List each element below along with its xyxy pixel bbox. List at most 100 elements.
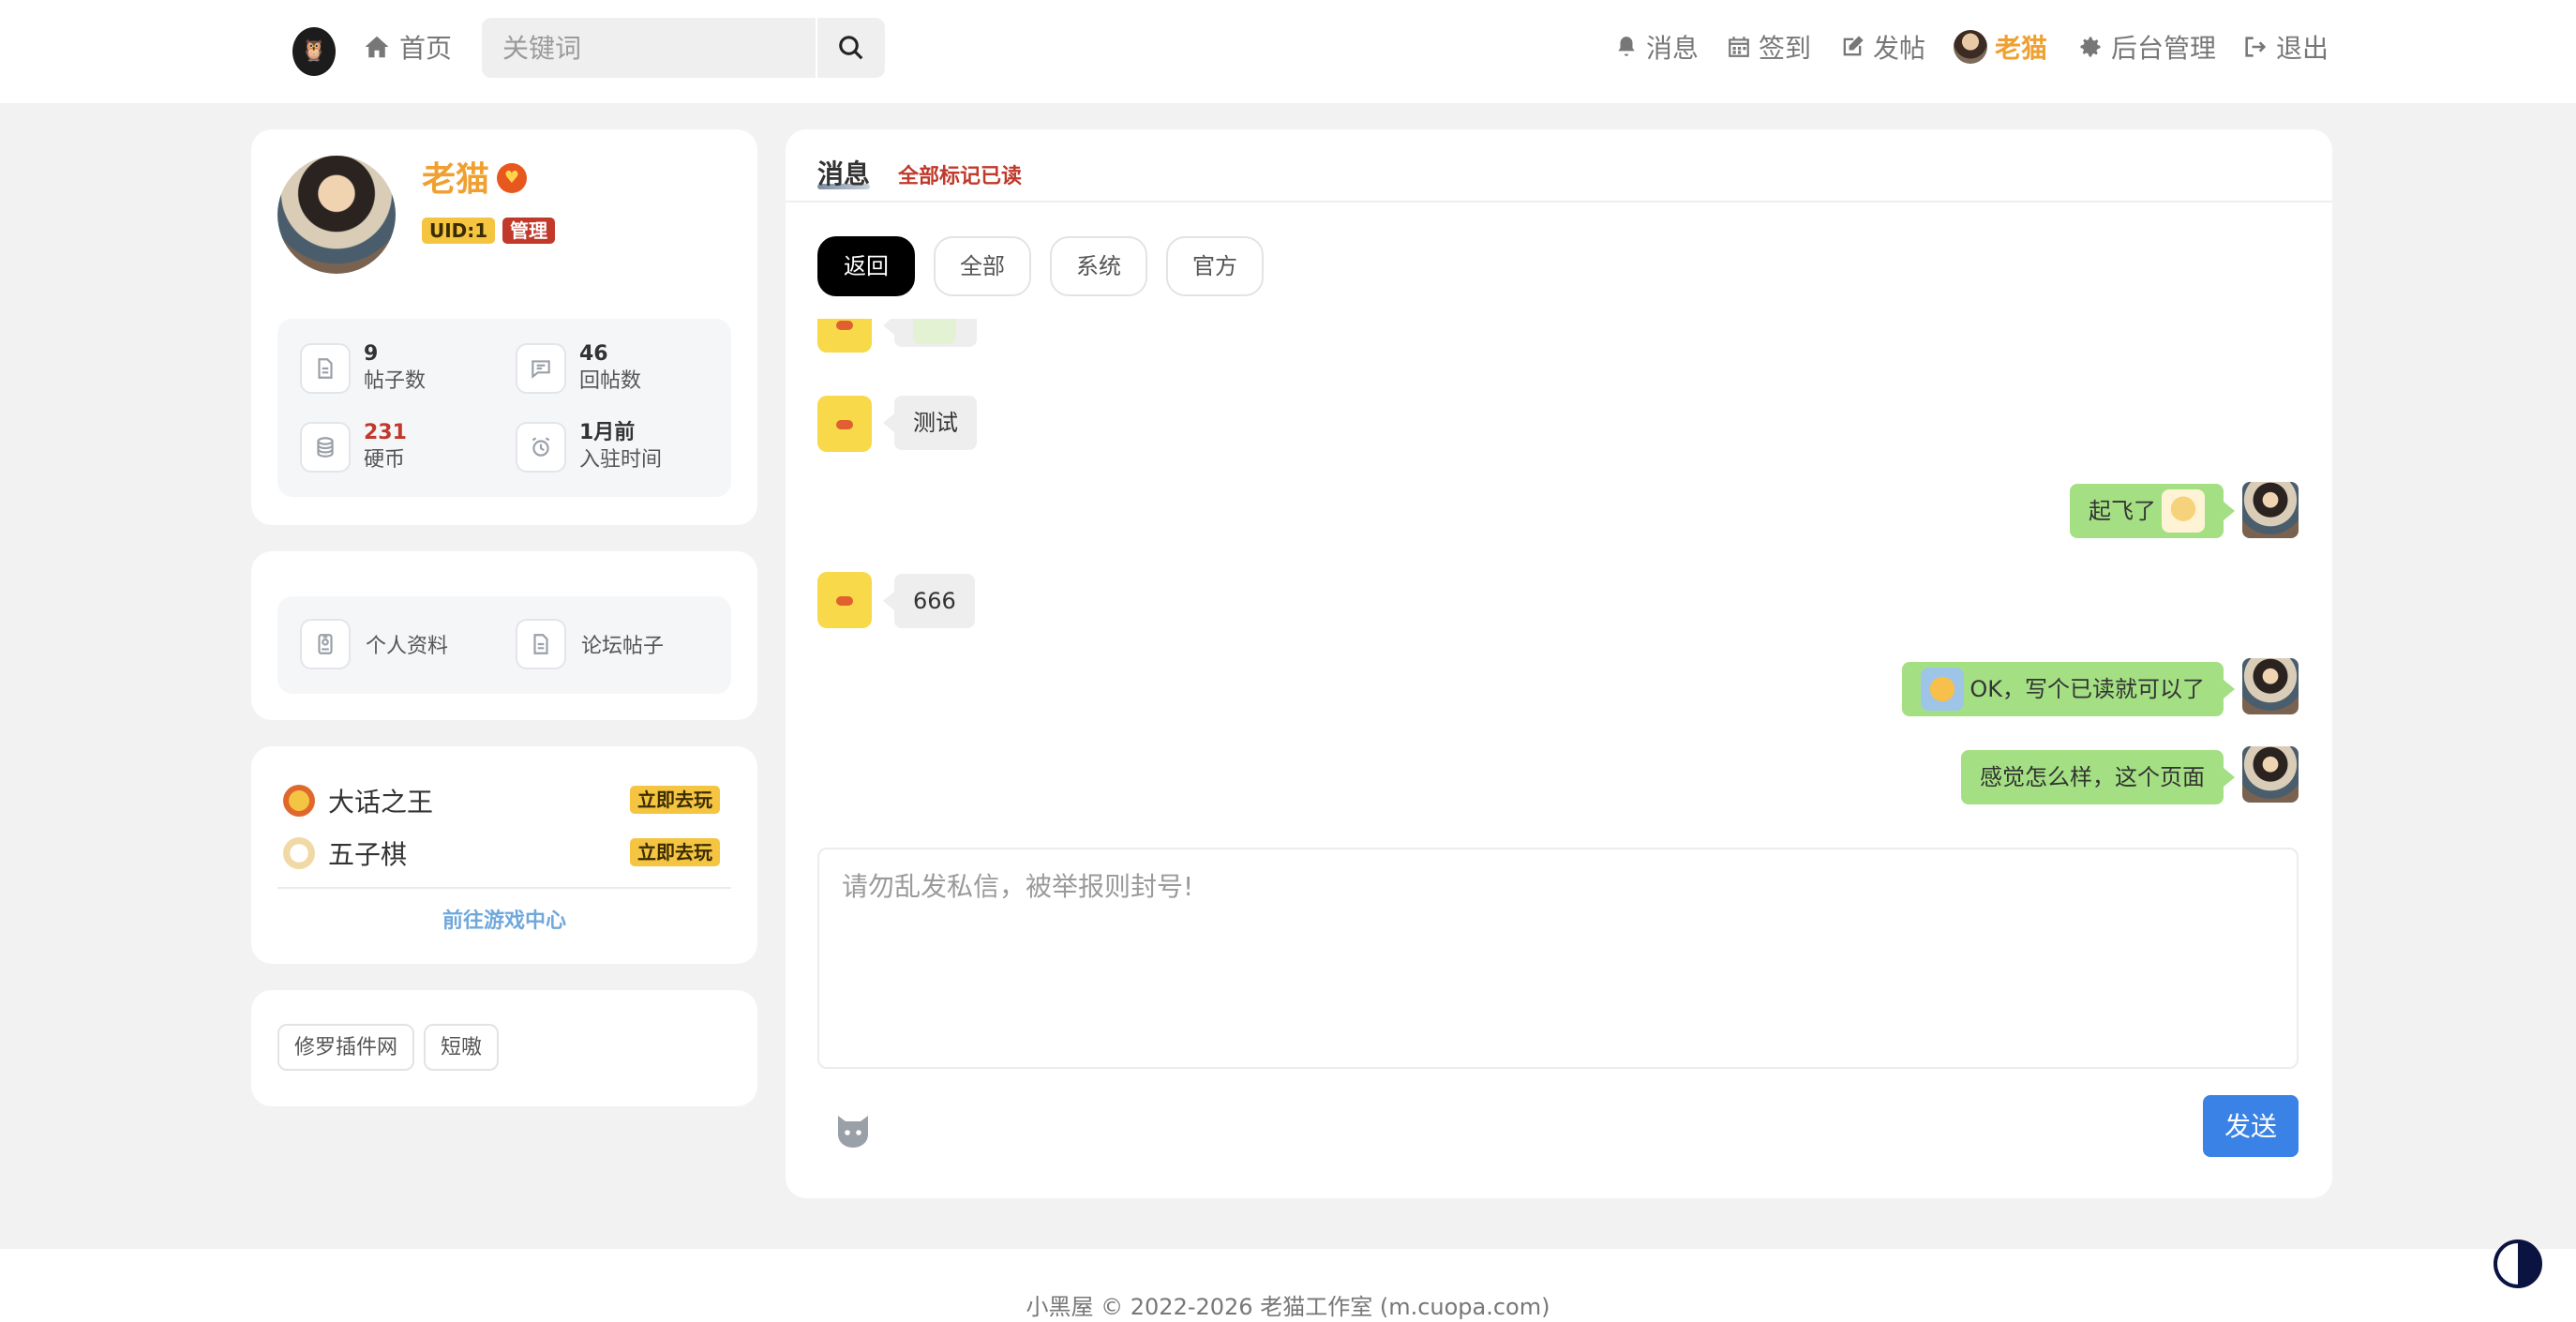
sticker-icon	[913, 319, 956, 344]
cat-face-icon	[838, 1116, 868, 1148]
gear-icon	[2080, 37, 2101, 57]
user-avatar[interactable]	[277, 156, 396, 274]
search-button[interactable]	[816, 18, 885, 78]
message-text: OK，写个已读就可以了	[1969, 676, 2205, 702]
user-avatar-small	[1954, 30, 1987, 64]
calendar-icon	[1729, 37, 1749, 57]
tag-link[interactable]: 修罗插件网	[277, 1024, 415, 1071]
nav-user[interactable]: 老猫	[1954, 28, 2047, 66]
role-badge: 管理	[502, 218, 555, 244]
footer-copyright: 小黑屋 © 2022-2026 老猫工作室 (m.cuopa.com)	[1026, 1294, 1550, 1320]
chat-scroll-area[interactable]: 测试 起飞了 666 OK，写个已读就可以了 感觉怎么样，这个页面	[817, 319, 2299, 825]
own-avatar[interactable]	[2242, 658, 2299, 714]
profile-username[interactable]: 老猫	[422, 152, 489, 201]
game-center-link[interactable]: 前往游戏中心	[277, 904, 731, 934]
site-logo[interactable]: 🦉	[292, 27, 336, 76]
link-profile[interactable]: 个人资料	[300, 619, 448, 669]
sticker-icon	[2162, 489, 2205, 533]
stat-posts[interactable]: 9 帖子数	[300, 341, 426, 396]
contact-avatar[interactable]	[817, 396, 872, 452]
nav-messages[interactable]: 消息	[1614, 28, 1699, 66]
game-item[interactable]: 五子棋	[283, 834, 407, 872]
nav-checkin[interactable]: 签到	[1727, 28, 1811, 66]
mark-all-read-link[interactable]: 全部标记已读	[898, 159, 1022, 189]
stat-joined[interactable]: 1月前入驻时间	[516, 420, 662, 474]
edit-icon	[1843, 36, 1864, 56]
nav-logout-label: 退出	[2276, 33, 2329, 64]
stat-posts-value: 9	[364, 342, 379, 366]
id-card-icon	[300, 619, 351, 669]
stat-replies[interactable]: 46 回帖数	[516, 341, 641, 396]
nav-home[interactable]: 首页	[362, 28, 452, 66]
stat-coins[interactable]: 231 硬币	[300, 420, 407, 474]
top-navbar: 🦉 首页 消息 签到 发帖 老猫 后台管理 退出	[0, 0, 2576, 103]
bell-icon	[1618, 37, 1635, 56]
document-icon	[300, 343, 351, 394]
link-forum-posts[interactable]: 论坛帖子	[516, 619, 664, 669]
play-now-button[interactable]: 立即去玩	[630, 786, 720, 814]
verified-badge-icon: ♥	[497, 163, 527, 193]
tab-system[interactable]: 系统	[1050, 236, 1147, 296]
own-avatar[interactable]	[2242, 482, 2299, 538]
sticker-icon	[1921, 668, 1965, 711]
message-bubble-own: 起飞了	[2070, 484, 2235, 538]
theme-toggle-icon[interactable]	[2494, 1239, 2542, 1288]
play-now-button[interactable]: 立即去玩	[630, 838, 720, 866]
message-text: 666	[913, 588, 956, 614]
nav-messages-label: 消息	[1646, 33, 1700, 64]
nav-checkin-label: 签到	[1759, 33, 1812, 64]
tag-link[interactable]: 短嗷	[424, 1024, 500, 1071]
nav-new-post-label: 发帖	[1873, 33, 1926, 64]
stat-replies-value: 46	[579, 342, 608, 366]
nav-admin-label: 后台管理	[2111, 33, 2217, 64]
link-forum-posts-label: 论坛帖子	[581, 635, 665, 658]
message-bubble: 666	[883, 574, 975, 628]
emoji-picker-button[interactable]	[831, 1108, 876, 1153]
search-input[interactable]	[482, 18, 816, 78]
message-text: 起飞了	[2089, 498, 2156, 524]
game-name: 大话之王	[328, 787, 434, 818]
message-bubble-own: 感觉怎么样，这个页面	[1961, 750, 2235, 804]
search-box	[482, 18, 885, 78]
send-button[interactable]: 发送	[2203, 1095, 2299, 1157]
own-avatar[interactable]	[2242, 746, 2299, 803]
divider	[277, 887, 731, 889]
stat-joined-label: 入驻时间	[579, 448, 663, 472]
message-bubble	[883, 319, 977, 347]
tab-official[interactable]: 官方	[1166, 236, 1264, 296]
contact-avatar[interactable]	[817, 319, 872, 353]
search-icon	[839, 36, 863, 60]
coins-icon	[300, 422, 351, 473]
messages-title: 消息	[817, 158, 871, 189]
divider	[786, 201, 2332, 203]
uid-badge: UID:1	[422, 218, 496, 244]
nav-logout[interactable]: 退出	[2242, 28, 2329, 66]
alarm-clock-icon	[516, 422, 566, 473]
game-name: 五子棋	[328, 839, 408, 870]
logout-icon	[2245, 37, 2267, 57]
quick-links: 个人资料 论坛帖子	[277, 596, 731, 694]
stat-posts-label: 帖子数	[364, 369, 427, 393]
nav-admin[interactable]: 后台管理	[2077, 28, 2216, 66]
stat-joined-value: 1月前	[579, 421, 636, 444]
contact-avatar[interactable]	[817, 572, 872, 628]
home-icon	[365, 36, 389, 58]
stat-replies-label: 回帖数	[579, 369, 642, 393]
tab-back[interactable]: 返回	[817, 236, 915, 296]
game-dahua-icon	[283, 785, 315, 817]
link-profile-label: 个人资料	[366, 635, 449, 658]
message-bubble: 测试	[883, 396, 977, 450]
document-icon	[516, 619, 566, 669]
game-gomoku-icon	[283, 837, 315, 869]
nav-new-post[interactable]: 发帖	[1839, 28, 1925, 66]
message-text: 测试	[913, 410, 958, 436]
message-input[interactable]	[817, 848, 2299, 1069]
profile-stats: 9 帖子数 46 回帖数 231 硬币 1月前入驻时间	[277, 319, 731, 497]
message-bubble-own: OK，写个已读就可以了	[1902, 662, 2235, 716]
tab-all[interactable]: 全部	[934, 236, 1031, 296]
stat-coins-label: 硬币	[364, 448, 406, 472]
game-item[interactable]: 大话之王	[283, 782, 433, 819]
nav-home-label: 首页	[399, 33, 453, 64]
message-text: 感觉怎么样，这个页面	[1980, 764, 2205, 790]
stat-coins-value: 231	[364, 421, 407, 444]
